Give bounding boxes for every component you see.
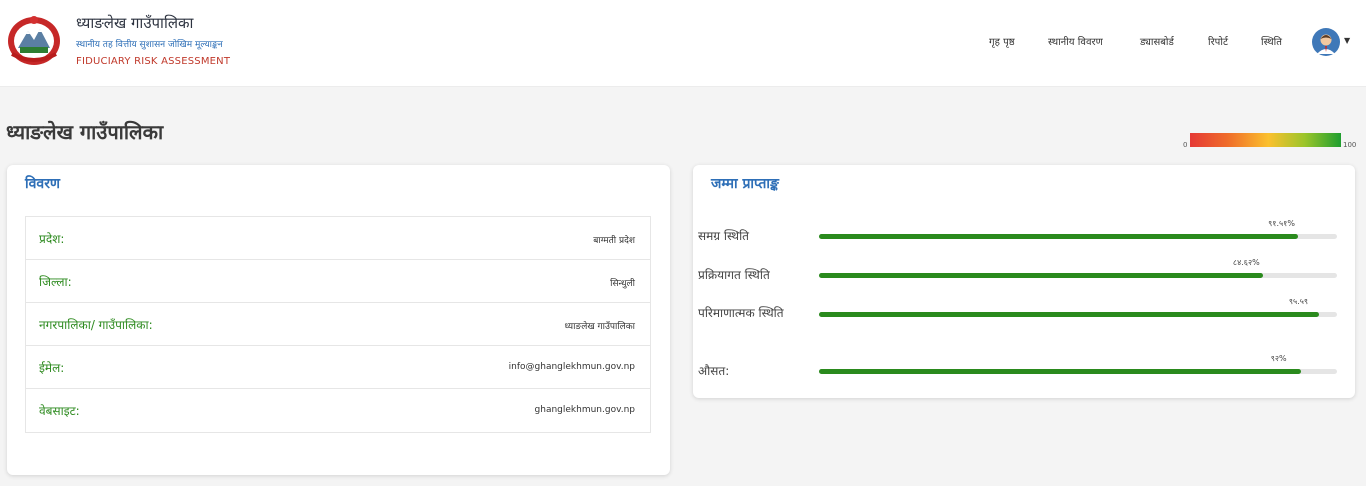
score-value: ९५.५९ bbox=[1288, 297, 1309, 306]
top-navbar: ध्याङलेख गाउँपालिका स्थानीय तह वित्तीय स… bbox=[0, 0, 1366, 87]
progress-fill bbox=[819, 369, 1301, 374]
score-value: ९२% bbox=[1270, 354, 1287, 363]
score-label: औसत: bbox=[698, 364, 730, 378]
nav-dashboard[interactable]: ड्यासबोर्ड bbox=[1140, 34, 1174, 48]
row-value: ध्याङलेख गाउँपालिका bbox=[564, 322, 635, 332]
page-title: ध्याङलेख गाउँपालिका bbox=[6, 120, 164, 144]
scale-min-label: 0 bbox=[1183, 141, 1188, 149]
nav-home[interactable]: गृह पृष्ठ bbox=[989, 34, 1015, 48]
progress-fill bbox=[819, 234, 1299, 239]
score-row: प्रक्रियागत स्थिति ८४.६२% bbox=[698, 258, 1338, 313]
app-title: ध्याङलेख गाउँपालिका bbox=[76, 14, 194, 32]
table-row: प्रदेश: बाग्मती प्रदेश bbox=[26, 217, 650, 260]
user-avatar-icon[interactable] bbox=[1312, 28, 1340, 56]
row-value: info@ghanglekhmun.gov.np bbox=[508, 362, 635, 372]
progress-fill bbox=[819, 273, 1263, 278]
score-row: औसत: ९२% bbox=[698, 354, 1338, 409]
score-row: परिमाणात्मक स्थिति ९५.५९ bbox=[698, 297, 1338, 352]
row-value: बाग्मती प्रदेश bbox=[593, 236, 635, 246]
app-english-subtitle: FIDUCIARY RISK ASSESSMENT bbox=[76, 56, 231, 67]
nav-local-details[interactable]: स्थानीय विवरण bbox=[1048, 34, 1103, 48]
progress-track bbox=[819, 312, 1337, 317]
progress-track bbox=[819, 234, 1337, 239]
nav-report[interactable]: रिपोर्ट bbox=[1208, 34, 1228, 48]
score-label: परिमाणात्मक स्थिति bbox=[698, 306, 784, 320]
row-label: जिल्ला: bbox=[39, 275, 72, 289]
row-label: नगरपालिका/ गाउँपालिका: bbox=[39, 318, 153, 332]
table-row: जिल्ला: सिन्धुली bbox=[26, 260, 650, 303]
score-label: समग्र स्थिति bbox=[698, 229, 750, 243]
details-card-title: विवरण bbox=[25, 176, 61, 192]
row-label: ईमेल: bbox=[39, 361, 65, 375]
nav-status[interactable]: स्थिति bbox=[1261, 34, 1282, 48]
scores-card: जम्मा प्राप्ताङ्क समग्र स्थिति ९१.५१% प्… bbox=[693, 165, 1355, 398]
progress-track bbox=[819, 369, 1337, 374]
table-row: नगरपालिका/ गाउँपालिका: ध्याङलेख गाउँपालि… bbox=[26, 303, 650, 346]
score-value: ८४.६२% bbox=[1232, 258, 1260, 267]
app-subtitle: स्थानीय तह वित्तीय सुशासन जोखिम मूल्याङ्… bbox=[76, 40, 223, 50]
row-label: वेबसाइट: bbox=[39, 404, 80, 418]
table-row: ईमेल: info@ghanglekhmun.gov.np bbox=[26, 346, 650, 389]
progress-track bbox=[819, 273, 1337, 278]
details-table: प्रदेश: बाग्मती प्रदेश जिल्ला: सिन्धुली … bbox=[25, 216, 651, 433]
progress-fill bbox=[819, 312, 1319, 317]
score-color-scale bbox=[1190, 133, 1341, 147]
nepal-emblem-icon[interactable] bbox=[6, 14, 62, 66]
score-row: समग्र स्थिति ९१.५१% bbox=[698, 219, 1338, 274]
row-value: ghanglekhmun.gov.np bbox=[534, 405, 635, 415]
row-value: सिन्धुली bbox=[610, 279, 635, 289]
details-card: विवरण प्रदेश: बाग्मती प्रदेश जिल्ला: सिन… bbox=[7, 165, 670, 475]
scale-max-label: 100 bbox=[1343, 141, 1357, 149]
table-row: वेबसाइट: ghanglekhmun.gov.np bbox=[26, 389, 650, 432]
scores-card-title: जम्मा प्राप्ताङ्क bbox=[711, 176, 779, 192]
score-label: प्रक्रियागत स्थिति bbox=[698, 268, 770, 282]
chevron-down-icon[interactable]: ▼ bbox=[1344, 36, 1350, 45]
score-value: ९१.५१% bbox=[1268, 219, 1295, 228]
row-label: प्रदेश: bbox=[39, 232, 65, 246]
